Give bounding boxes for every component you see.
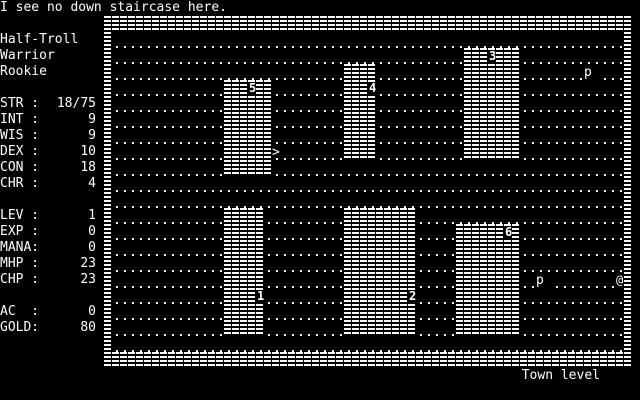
status-mana: MANA: 0 — [0, 240, 100, 256]
shop-number: 4 — [369, 81, 376, 95]
shop-5[interactable]: 5 — [224, 80, 272, 176]
status-cur-hp: CHP : 23 — [0, 272, 100, 288]
shop-1[interactable]: 1 — [224, 208, 264, 336]
stat-value: 9 — [88, 112, 96, 127]
shop-4[interactable]: 4 — [344, 64, 376, 160]
shop-number: 3 — [489, 49, 496, 63]
shop-3[interactable]: 3 — [464, 48, 520, 160]
status-exp: EXP : 0 — [0, 224, 100, 240]
stat-label: WIS : — [0, 128, 40, 143]
stat-wis: WIS : 9 — [0, 128, 100, 144]
shop-number: 6 — [505, 225, 512, 239]
character-class: Warrior — [0, 48, 55, 63]
shop-2[interactable]: 2 — [344, 208, 416, 336]
location-label: Town level — [521, 368, 600, 383]
shop-number: 1 — [257, 289, 264, 303]
status-value: 0 — [88, 224, 96, 239]
misc-value: 80 — [80, 320, 96, 335]
status-value: 1 — [88, 208, 96, 223]
shop-number: 5 — [249, 81, 256, 95]
misc-value: 0 — [88, 304, 96, 319]
gold: GOLD: 80 — [0, 320, 100, 336]
stat-value: 10 — [80, 144, 96, 159]
status-label: CHP : — [0, 272, 40, 287]
armor-class: AC : 0 — [0, 304, 100, 320]
stat-value: 18/75 — [56, 96, 96, 111]
misc-label: AC : — [0, 304, 40, 319]
stat-value: 4 — [88, 176, 96, 191]
townsperson[interactable]: p — [584, 65, 592, 80]
character-race: Half-Troll — [0, 32, 79, 47]
character-title: Rookie — [0, 64, 47, 79]
stat-int: INT : 9 — [0, 112, 100, 128]
stat-value: 18 — [80, 160, 96, 175]
status-level: LEV : 1 — [0, 208, 100, 224]
shop-6[interactable]: 6 — [456, 224, 520, 336]
stat-chr: CHR : 4 — [0, 176, 100, 192]
status-value: 23 — [80, 256, 96, 271]
stat-dex: DEX : 10 — [0, 144, 100, 160]
townsperson[interactable]: p — [536, 273, 544, 288]
stat-label: CHR : — [0, 176, 40, 191]
misc-label: GOLD: — [0, 320, 40, 335]
status-label: EXP : — [0, 224, 40, 239]
stat-label: CON : — [0, 160, 40, 175]
stat-str: STR : 18/75 — [0, 96, 100, 112]
status-label: LEV : — [0, 208, 40, 223]
stat-label: STR : — [0, 96, 40, 111]
stat-label: INT : — [0, 112, 40, 127]
status-label: MANA: — [0, 240, 40, 255]
status-value: 23 — [80, 272, 96, 287]
status-value: 0 — [88, 240, 96, 255]
stat-value: 9 — [88, 128, 96, 143]
stat-label: DEX : — [0, 144, 40, 159]
stat-con: CON : 18 — [0, 160, 100, 176]
status-label: MHP : — [0, 256, 40, 271]
player-character[interactable]: @ — [616, 273, 623, 287]
shop-number: 2 — [409, 289, 416, 303]
status-max-hp: MHP : 23 — [0, 256, 100, 272]
town-map[interactable]: 5 4 3 1 2 6 > p p @ — [104, 16, 632, 368]
message-line: I see no down staircase here. — [0, 0, 227, 15]
down-staircase[interactable]: > — [272, 145, 280, 160]
